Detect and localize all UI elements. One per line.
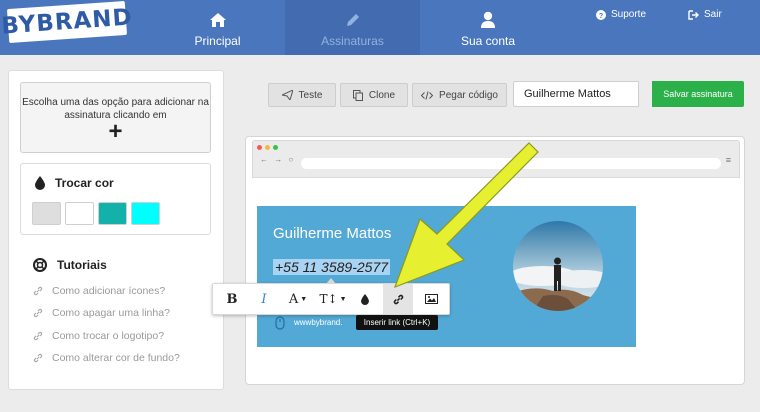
text-editor-toolbar: B I A ▼ T↕ ▼ [212,278,450,315]
test-button[interactable]: Teste [268,83,336,107]
insert-link-button[interactable] [383,284,413,314]
link-icon [33,308,43,318]
test-label: Teste [298,89,323,101]
logo-text: BYBRAND [0,4,134,40]
mouse-icon [275,316,285,335]
top-navbar: BYBRAND Principal Assinaturas Sua conta … [0,0,760,55]
insert-link-tooltip: Inserir link (Ctrl+K) [356,315,438,330]
tutorial-link[interactable]: Como trocar o logotipo? [33,330,164,342]
tutorial-link[interactable]: Como alterar cor de fundo? [33,352,180,364]
address-bar [301,158,721,169]
browser-chrome: ← → ○ ≡ [252,140,740,178]
caret-down-icon: ▼ [339,295,347,303]
paper-plane-icon [281,90,293,100]
nav-label: Assinaturas [321,34,384,48]
get-code-label: Pegar código [439,89,498,101]
nav-sua-conta[interactable]: Sua conta [452,0,524,55]
profile-photo[interactable] [513,221,603,311]
maximize-dot-icon [273,145,278,150]
clone-label: Clone [368,89,396,101]
color-swatches [32,202,160,225]
menu-icon: ≡ [725,155,731,165]
plus-icon[interactable]: + [21,120,210,144]
color-picker-box: Trocar cor [20,163,211,235]
color-title: Trocar cor [35,176,114,190]
link-icon [393,294,403,304]
sidebar-panel: Escolha uma das opção para adicionar na … [8,70,224,390]
question-circle-icon: ? [596,9,606,20]
swatch-cyan[interactable] [131,202,160,225]
tutorial-link[interactable]: Como adicionar ícones? [33,285,165,297]
minimize-dot-icon [265,145,270,150]
tutorial-label: Como trocar o logotipo? [52,330,165,342]
tutorial-link[interactable]: Como apagar uma linha? [33,307,170,319]
droplet-icon[interactable] [353,284,377,314]
copy-icon [352,89,363,101]
signature-website[interactable]: wwwbybrand. [294,318,342,327]
signature-phone[interactable]: +55 11 3589-2577 [273,259,391,275]
font-size-label: T↕ [319,292,338,306]
signature-name[interactable]: Guilherme Mattos [273,225,391,242]
code-icon [421,90,434,100]
clone-button[interactable]: Clone [340,83,408,107]
logout-link[interactable]: Sair [688,9,722,20]
swatch-white[interactable] [65,202,94,225]
caret-down-icon: ▼ [300,295,308,303]
support-link[interactable]: ? Suporte [596,9,646,20]
pencil-icon [344,10,362,30]
color-title-label: Trocar cor [55,176,114,190]
signature-name-input[interactable] [513,81,639,107]
tutorials-title: Tutoriais [33,258,107,272]
life-ring-icon [33,258,47,272]
font-color-button[interactable]: A ▼ [283,284,313,314]
tutorial-label: Como alterar cor de fundo? [52,352,180,364]
close-dot-icon [257,145,262,150]
tutorial-label: Como adicionar ícones? [52,285,166,297]
nav-label: Sua conta [460,34,516,48]
logout-label: Sair [704,9,722,20]
svg-text:?: ? [599,13,603,20]
signature-card: Guilherme Mattos +55 11 3589-2577 wwwbyb… [257,206,636,347]
font-button-label: A [288,291,299,307]
bybrand-logo[interactable]: BYBRAND [1,0,133,44]
italic-button[interactable]: I [249,284,279,314]
save-signature-button[interactable]: Salvar assinatura [652,81,744,107]
swatch-gray[interactable] [32,202,61,225]
droplet-icon [35,176,45,190]
link-icon [33,331,43,341]
link-icon [33,353,43,363]
swatch-teal[interactable] [98,202,127,225]
get-code-button[interactable]: Pegar código [412,83,507,107]
nav-principal[interactable]: Principal [185,0,250,55]
tutorial-label: Como apagar uma linha? [52,307,170,319]
browser-nav-icons: ← → ○ [260,155,296,164]
nav-label: Principal [194,34,241,48]
font-size-button[interactable]: T↕ ▼ [317,284,349,314]
insert-image-button[interactable] [417,284,445,314]
support-label: Suporte [611,9,647,20]
tutorials-title-label: Tutoriais [57,258,107,272]
home-icon [209,10,227,30]
bold-button[interactable]: B [217,284,247,314]
user-icon [480,10,496,30]
add-options-box: Escolha uma das opção para adicionar na … [20,82,211,153]
sign-out-icon [688,9,699,20]
link-icon [33,286,43,296]
image-icon [424,294,438,304]
nav-assinaturas[interactable]: Assinaturas [285,0,420,55]
